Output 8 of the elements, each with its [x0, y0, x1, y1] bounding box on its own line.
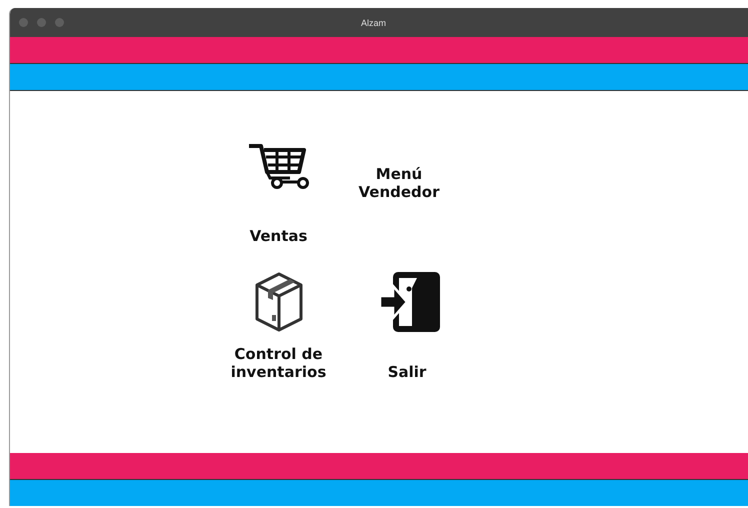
window-title: Alzam — [361, 18, 386, 28]
menu-label[interactable]: Control de inventarios — [230, 345, 326, 381]
menu-label[interactable]: Menú Vendedor — [358, 165, 440, 201]
cart-icon[interactable] — [246, 143, 310, 191]
menu-label[interactable]: Salir — [388, 363, 426, 381]
package-icon[interactable] — [254, 271, 304, 333]
menu-label[interactable]: Ventas — [250, 227, 308, 245]
exit-door-icon[interactable] — [378, 271, 440, 333]
